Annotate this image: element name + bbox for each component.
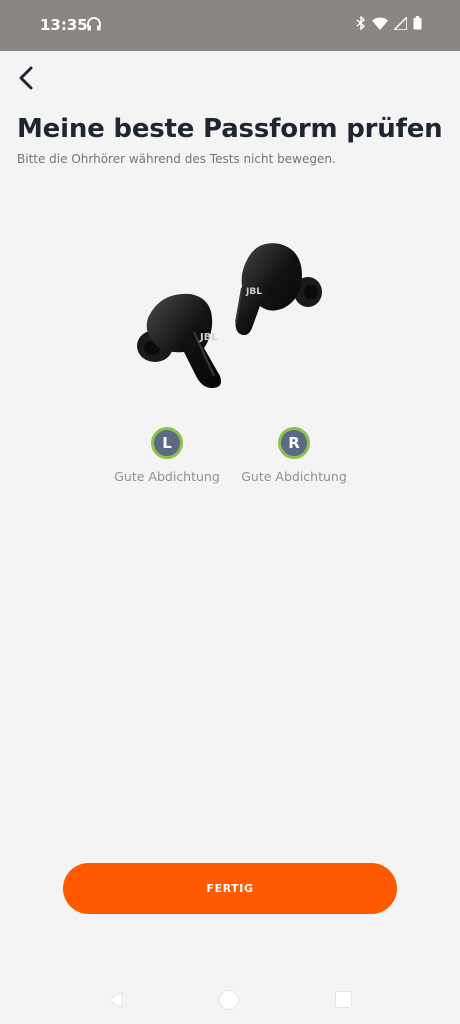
page-title: Meine beste Passform prüfen bbox=[17, 114, 443, 144]
nav-recents-icon[interactable] bbox=[336, 992, 351, 1007]
signal-icon bbox=[394, 16, 407, 30]
headphone-icon bbox=[86, 16, 102, 32]
nav-back-icon[interactable] bbox=[106, 991, 124, 1013]
page-subtitle: Bitte die Ohrhörer während des Tests nic… bbox=[17, 152, 336, 166]
battery-icon bbox=[413, 16, 422, 30]
left-earbud-badge: L bbox=[151, 427, 183, 459]
right-fit-result: R Gute Abdichtung bbox=[229, 427, 359, 484]
status-bar: 13:35 bbox=[0, 0, 460, 51]
chevron-left-icon bbox=[18, 66, 34, 94]
system-nav-bar bbox=[0, 975, 460, 1024]
left-fit-result: L Gute Abdichtung bbox=[102, 427, 232, 484]
svg-text:JBL: JBL bbox=[245, 287, 262, 297]
status-time: 13:35 bbox=[40, 16, 88, 34]
back-button[interactable] bbox=[12, 66, 40, 94]
right-earbud-badge: R bbox=[278, 427, 310, 459]
done-button[interactable]: FERTIG bbox=[63, 863, 397, 914]
nav-home-icon[interactable] bbox=[220, 991, 238, 1009]
svg-text:JBL: JBL bbox=[199, 332, 218, 343]
left-fit-status: Gute Abdichtung bbox=[114, 469, 220, 484]
right-fit-status: Gute Abdichtung bbox=[241, 469, 347, 484]
earbuds-image: JBL JBL bbox=[130, 236, 330, 396]
status-icons bbox=[356, 16, 422, 30]
bluetooth-icon bbox=[356, 16, 366, 30]
wifi-icon bbox=[372, 17, 388, 30]
